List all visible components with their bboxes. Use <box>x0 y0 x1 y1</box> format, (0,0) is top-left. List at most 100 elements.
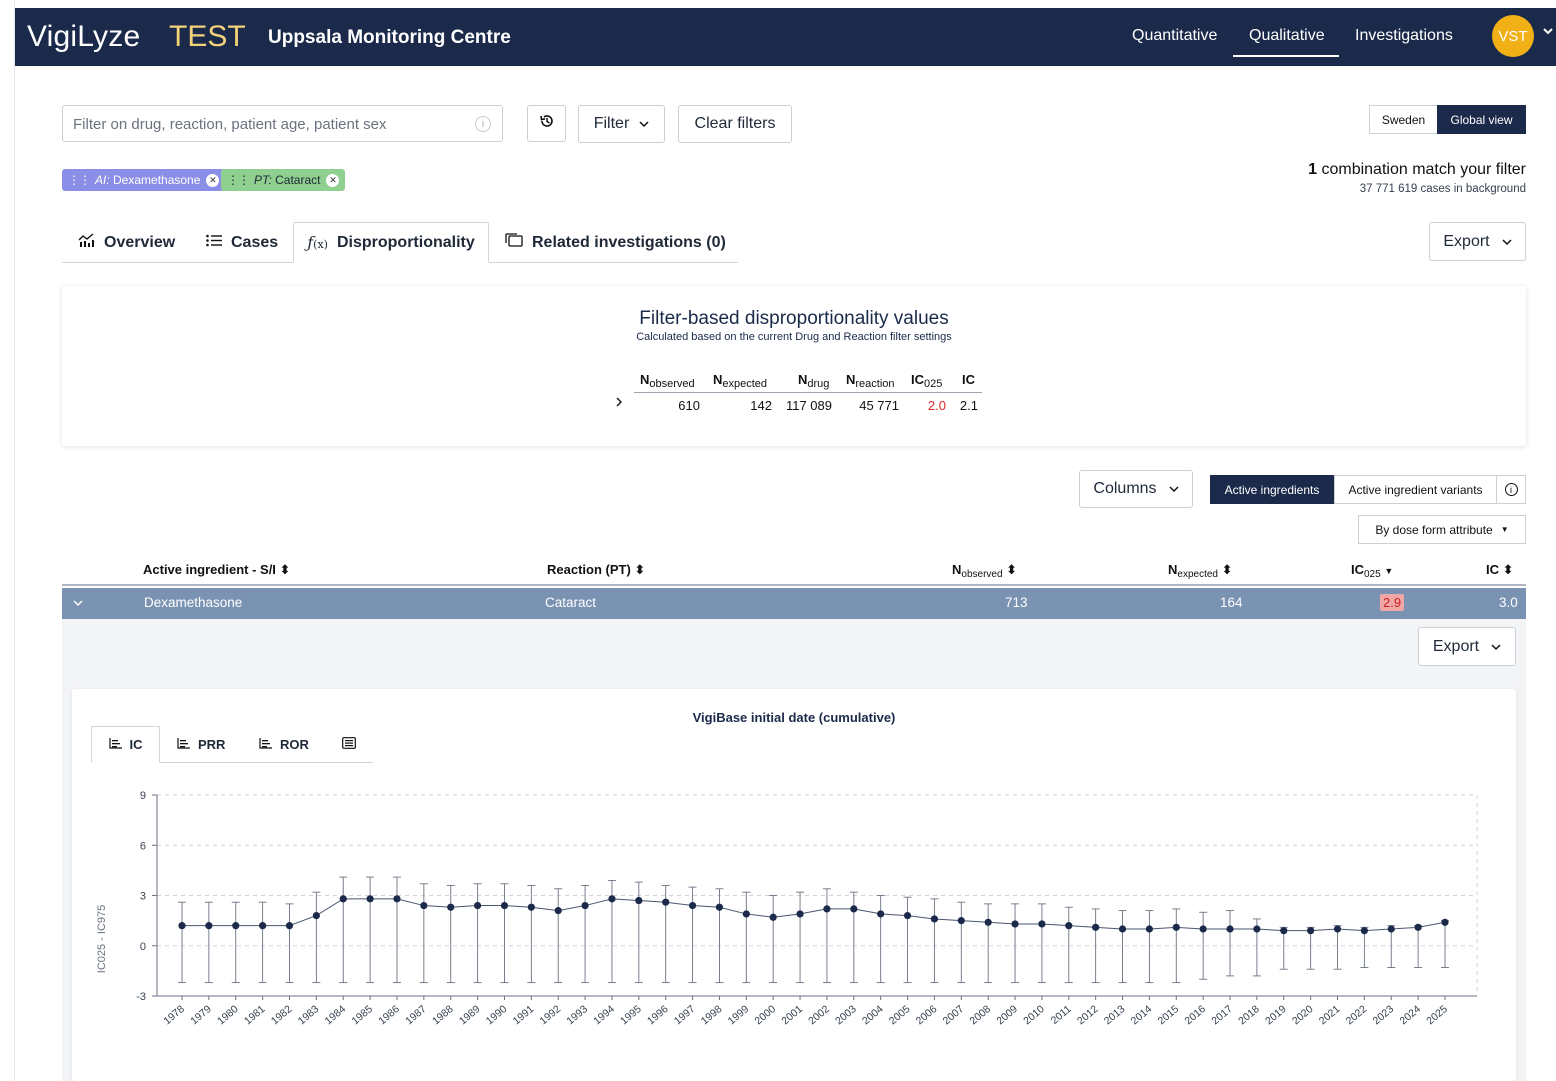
data-point <box>1118 925 1127 933</box>
data-point <box>1172 923 1180 931</box>
cell-ingredient: Dexamethasone <box>144 595 243 610</box>
drag-handle-icon[interactable]: ⋮⋮ <box>227 173 250 187</box>
chevron-down-icon[interactable] <box>1541 24 1555 43</box>
x-tick-label: 2002 <box>806 1003 832 1027</box>
nav-quantitative[interactable]: Quantitative <box>1132 27 1217 45</box>
view-variants-button[interactable]: Active ingredient variants <box>1334 475 1497 504</box>
column-header-nexpected[interactable]: Nexpected ⬍ <box>1168 562 1233 580</box>
tab-overview[interactable]: Overview <box>78 222 175 263</box>
x-tick-label: 2015 <box>1156 1003 1182 1027</box>
y-tick-label: 3 <box>140 891 146 903</box>
clear-filters-label: Clear filters <box>694 115 776 132</box>
tab-disproportionality[interactable]: ƒ(x) Disproportionality <box>293 222 489 263</box>
data-point <box>1065 922 1073 930</box>
tab-overview-label: Overview <box>104 233 176 251</box>
sort-icon: ⬍ <box>1502 562 1514 577</box>
dose-form-dropdown[interactable]: By dose form attribute ▼ <box>1358 515 1526 544</box>
data-point <box>1253 925 1261 933</box>
filter-dropdown-button[interactable]: Filter <box>578 105 665 143</box>
tab-cases[interactable]: Cases <box>206 222 278 263</box>
x-tick-label: 2023 <box>1371 1003 1397 1027</box>
detail-export-button[interactable]: Export <box>1418 627 1516 666</box>
x-tick-label: 2025 <box>1424 1003 1450 1027</box>
x-tick-label: 1978 <box>161 1003 187 1027</box>
x-tick-label: 2003 <box>833 1003 859 1027</box>
data-point <box>984 918 992 926</box>
summary-header-ic: IC <box>962 372 975 387</box>
columns-button[interactable]: Columns <box>1079 470 1193 508</box>
x-tick-label: 2010 <box>1021 1003 1047 1027</box>
sort-desc-icon: ▼ <box>1384 566 1394 576</box>
scope-global-button[interactable]: Global view <box>1437 105 1526 134</box>
nav-investigations[interactable]: Investigations <box>1355 27 1453 45</box>
table-row[interactable]: Dexamethasone Cataract 713 164 2.9 3.0 <box>62 588 1526 619</box>
tab-related-investigations[interactable]: Related investigations (0) <box>505 222 726 263</box>
view-active-ingredients-label: Active ingredients <box>1224 482 1320 497</box>
filter-search-input[interactable]: Filter on drug, reaction, patient age, p… <box>62 105 503 142</box>
column-header-ic[interactable]: IC ⬍ <box>1486 562 1514 578</box>
data-point <box>259 922 267 930</box>
x-tick-label: 1994 <box>591 1003 617 1027</box>
x-tick-label: 2022 <box>1344 1003 1370 1027</box>
x-tick-label: 1988 <box>430 1003 456 1027</box>
data-point <box>581 901 589 910</box>
filter-chip-active-ingredient[interactable]: ⋮⋮ AI: Dexamethasone ✕ <box>62 169 226 191</box>
chevron-down-icon <box>1169 480 1179 498</box>
data-point <box>796 910 804 918</box>
brand-name[interactable]: VigiLyze <box>27 20 140 54</box>
x-tick-label: 2016 <box>1182 1003 1208 1027</box>
expand-row-icon[interactable] <box>614 396 624 411</box>
x-tick-label: 2009 <box>994 1003 1020 1027</box>
column-header-nobserved[interactable]: Nobserved ⬍ <box>952 562 1017 580</box>
info-icon[interactable]: i <box>475 116 491 132</box>
folders-icon <box>505 233 523 252</box>
data-point <box>769 913 777 921</box>
nav-active-indicator <box>1233 55 1339 57</box>
x-tick-label: 1985 <box>349 1003 375 1027</box>
x-tick-label: 1989 <box>457 1003 483 1027</box>
data-point <box>715 903 724 911</box>
summary-header-nobserved: Nobserved <box>640 372 695 390</box>
function-icon: ƒ(x) <box>307 233 328 252</box>
collapse-row-icon[interactable] <box>73 595 83 610</box>
ic-series-points <box>178 895 1449 935</box>
view-active-ingredients-button[interactable]: Active ingredients <box>1210 475 1334 504</box>
x-tick-label: 1986 <box>376 1003 402 1027</box>
user-avatar[interactable]: VST <box>1492 15 1534 57</box>
data-point <box>1333 925 1342 933</box>
column-header-ic025[interactable]: IC025 ▼ <box>1351 562 1393 580</box>
info-icon: i <box>1504 483 1518 496</box>
caret-down-icon: ▼ <box>1500 525 1509 534</box>
data-point <box>554 906 562 915</box>
summary-title: Filter-based disproportionality values <box>639 308 949 329</box>
user-initials: VST <box>1498 27 1528 45</box>
export-button[interactable]: Export <box>1429 222 1526 261</box>
scope-sweden-button[interactable]: Sweden <box>1369 105 1437 134</box>
drag-handle-icon[interactable]: ⋮⋮ <box>68 173 91 187</box>
x-tick-label: 1995 <box>618 1003 644 1027</box>
remove-chip-icon[interactable]: ✕ <box>206 173 220 187</box>
data-point <box>447 903 455 911</box>
remove-chip-icon[interactable]: ✕ <box>326 173 340 187</box>
view-info-button[interactable]: i <box>1497 475 1526 504</box>
filter-chip-reaction[interactable]: ⋮⋮ PT: Cataract ✕ <box>221 169 346 191</box>
match-summary: 1 combination match your filter <box>1308 161 1526 179</box>
nav-qualitative[interactable]: Qualitative <box>1249 27 1325 45</box>
cell-nexpected: 164 <box>1220 595 1243 610</box>
summary-value-ic025: 2.0 <box>927 398 946 413</box>
chart-grid <box>157 794 1478 996</box>
history-button[interactable] <box>527 105 566 142</box>
ic-chart-card: VigiBase initial date (cumulative) IC PR… <box>72 689 1516 1081</box>
data-point <box>312 912 320 920</box>
filter-label: Filter <box>593 115 630 132</box>
data-point <box>903 912 912 920</box>
x-tick-label: 1997 <box>672 1003 698 1027</box>
x-tick-label: 2006 <box>914 1003 940 1027</box>
data-point <box>1145 925 1154 933</box>
x-tick-label: 2011 <box>1049 1003 1074 1027</box>
x-tick-label: 1991 <box>511 1003 537 1027</box>
column-header-ingredient[interactable]: Active ingredient - S/I ⬍ <box>143 562 290 578</box>
x-tick-label: 2007 <box>941 1003 967 1027</box>
clear-filters-button[interactable]: Clear filters <box>678 105 792 143</box>
column-header-reaction[interactable]: Reaction (PT) ⬍ <box>547 562 645 578</box>
